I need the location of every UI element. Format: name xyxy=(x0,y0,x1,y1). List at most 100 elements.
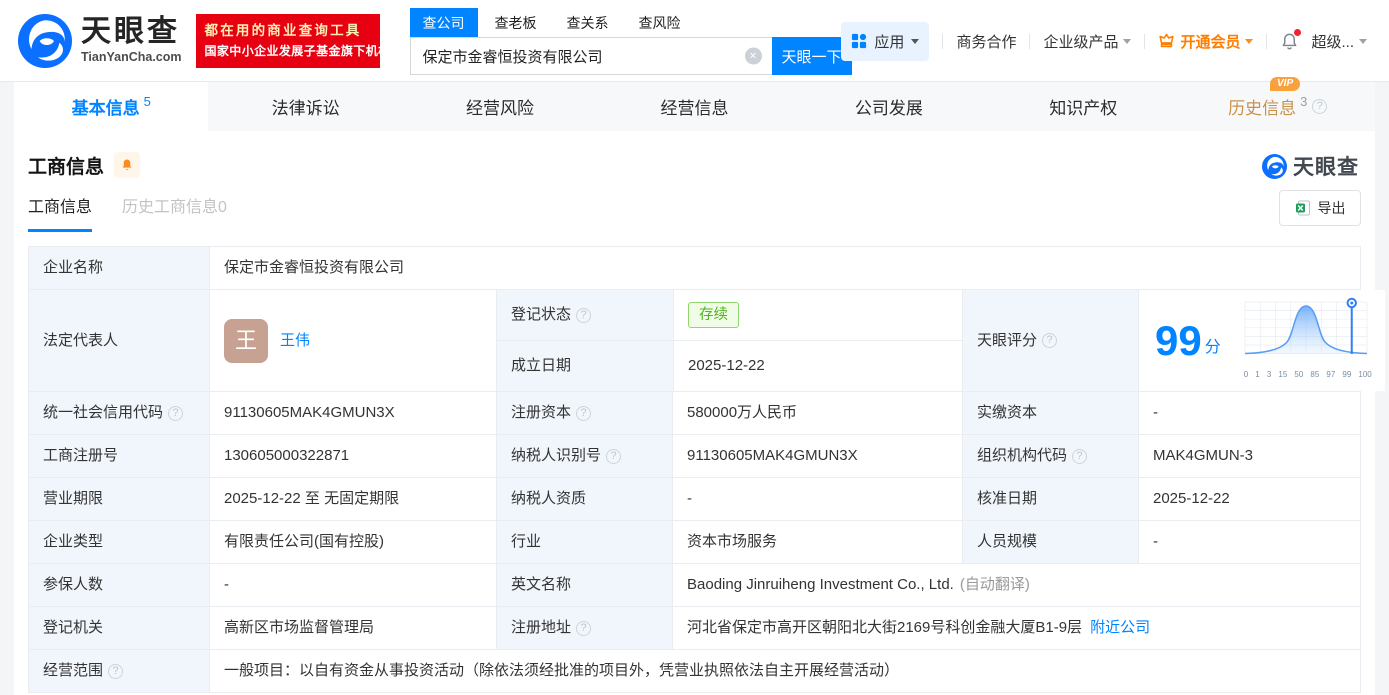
nav-super-vip[interactable]: 超级... xyxy=(1311,31,1367,52)
table-row: 登记机关 高新区市场监督管理局 注册地址 河北省保定市高开区朝阳北大街2169号… xyxy=(29,607,1360,650)
search-tab-risk[interactable]: 查风险 xyxy=(626,8,694,37)
export-label: 导出 xyxy=(1317,200,1346,216)
search-tab-relation[interactable]: 查关系 xyxy=(554,8,622,37)
reg-address-value: 河北省保定市高开区朝阳北大街2169号科创金融大厦B1-9层 xyxy=(687,619,1083,636)
apps-menu[interactable]: 应用 xyxy=(841,21,930,61)
tab-history-info[interactable]: 历史信息 VIP 3 xyxy=(1181,77,1375,131)
table-row: 参保人数 - 英文名称 Baoding Jinruiheng Investmen… xyxy=(29,564,1360,607)
score-cell: 99 分 0 1 3 15 50 85 97 99 100 xyxy=(1138,290,1385,391)
help-icon[interactable] xyxy=(576,405,592,421)
table-row: 统一社会信用代码 91130605MAK4GMUN3X 注册资本 580000万… xyxy=(29,392,1360,435)
subtab-business-info[interactable]: 工商信息 xyxy=(28,193,93,232)
paid-capital-value: - xyxy=(1138,392,1360,434)
field-label: 核准日期 xyxy=(962,478,1138,520)
business-term-value: 2025-12-22 至 无固定期限 xyxy=(209,478,496,520)
label-text: 组织机构代码 xyxy=(977,447,1068,464)
subtab-row: 工商信息 历史工商信息0 导出 xyxy=(28,190,1361,232)
excel-icon xyxy=(1295,200,1310,216)
subscribe-bell-button[interactable] xyxy=(114,152,141,178)
field-label: 企业名称 xyxy=(29,247,209,289)
tab-company-development[interactable]: 公司发展 xyxy=(792,82,986,131)
watermark-text: 天眼查 xyxy=(1293,156,1359,179)
score-unit: 分 xyxy=(1204,338,1221,356)
credit-code-value: 91130605MAK4GMUN3X xyxy=(209,392,496,434)
field-label: 行业 xyxy=(496,521,672,563)
org-code-value: MAK4GMUN-3 xyxy=(1138,435,1360,477)
reg-authority-value: 高新区市场监督管理局 xyxy=(209,607,496,649)
content-card: 基本信息 5 法律诉讼 经营风险 经营信息 公司发展 知识产权 历史信息 VIP… xyxy=(14,77,1385,695)
table-row: 经营范围 一般项目：以自有资金从事投资活动（除依法须经批准的项目外，凭营业执照依… xyxy=(29,650,1360,692)
tab-operating-risk[interactable]: 经营风险 xyxy=(403,82,597,131)
field-label: 实缴资本 xyxy=(962,392,1138,434)
vip-badge: VIP xyxy=(1270,77,1301,91)
nav-vip-label: 开通会员 xyxy=(1180,33,1241,51)
tab-operating-info[interactable]: 经营信息 xyxy=(597,82,791,131)
field-label: 天眼评分 xyxy=(962,290,1138,391)
taxpayer-quality-value: - xyxy=(672,478,962,520)
tab-basic-info[interactable]: 基本信息 5 xyxy=(14,82,209,131)
english-name-cell: Baoding Jinruiheng Investment Co., Ltd. … xyxy=(672,564,1360,606)
legal-rep-cell: 王 王伟 xyxy=(209,290,496,391)
subtab-history-business-info[interactable]: 历史工商信息0 xyxy=(122,193,227,232)
nearby-companies-link[interactable]: 附近公司 xyxy=(1090,618,1150,638)
help-icon[interactable] xyxy=(1312,99,1328,114)
nav-open-vip[interactable]: 开通会员 xyxy=(1158,31,1254,52)
english-name-value: Baoding Jinruiheng Investment Co., Ltd. xyxy=(687,576,954,593)
business-info-table: 企业名称 保定市金睿恒投资有限公司 法定代表人 王 王伟 登记状态 存续 xyxy=(28,246,1385,693)
nav-enterprise-products[interactable]: 企业级产品 xyxy=(1043,31,1132,52)
nav-biz-cooperation[interactable]: 商务合作 xyxy=(956,31,1016,52)
help-icon[interactable] xyxy=(1072,448,1088,464)
field-label: 法定代表人 xyxy=(29,290,209,391)
company-name-value: 保定市金睿恒投资有限公司 xyxy=(209,247,1360,289)
reg-capital-value: 580000万人民币 xyxy=(672,392,962,434)
score-distribution-chart: 0 1 3 15 50 85 97 99 100 xyxy=(1235,296,1375,385)
label-text: 登记状态 xyxy=(511,306,572,323)
help-icon[interactable] xyxy=(576,307,592,323)
tab-legal-litigation[interactable]: 法律诉讼 xyxy=(208,82,402,131)
tianyancha-logo[interactable]: 天眼查 TianYanCha.com xyxy=(18,13,182,68)
table-row: 营业期限 2025-12-22 至 无固定期限 纳税人资质 - 核准日期 202… xyxy=(29,478,1360,521)
field-label: 注册地址 xyxy=(496,607,672,649)
field-label: 参保人数 xyxy=(29,564,209,606)
watermark-logo-icon xyxy=(1262,153,1287,179)
field-label: 统一社会信用代码 xyxy=(29,392,209,434)
search-tab-company[interactable]: 查公司 xyxy=(409,8,478,37)
tianyancha-logo-icon xyxy=(18,13,72,68)
nav-enterprise-label: 企业级产品 xyxy=(1043,33,1119,51)
notification-bell[interactable] xyxy=(1280,28,1302,51)
help-icon[interactable] xyxy=(606,448,622,464)
tab-count: 5 xyxy=(143,94,151,109)
tab-intellectual-property[interactable]: 知识产权 xyxy=(986,82,1180,131)
export-button[interactable]: 导出 xyxy=(1279,190,1361,226)
field-label: 营业期限 xyxy=(29,478,209,520)
search-tab-boss[interactable]: 查老板 xyxy=(482,8,550,37)
field-label: 注册资本 xyxy=(496,392,672,434)
help-icon[interactable] xyxy=(108,663,124,679)
search-input[interactable] xyxy=(410,38,772,74)
tab-label: 经营风险 xyxy=(466,99,535,118)
clear-icon[interactable] xyxy=(744,47,762,65)
label-text: 天眼评分 xyxy=(977,331,1038,349)
tab-label: 公司发展 xyxy=(854,99,923,118)
field-label: 成立日期 xyxy=(497,341,673,391)
staff-size-value: - xyxy=(1138,521,1360,563)
score-curve xyxy=(1244,297,1368,355)
tab-label: 基本信息 xyxy=(71,99,140,118)
help-icon[interactable] xyxy=(1042,333,1058,348)
apps-grid-icon xyxy=(852,33,867,49)
help-icon[interactable] xyxy=(168,405,184,421)
company-tabs: 基本信息 5 法律诉讼 经营风险 经营信息 公司发展 知识产权 历史信息 VIP… xyxy=(14,77,1375,131)
label-text: 注册资本 xyxy=(511,404,572,421)
table-row: 企业名称 保定市金睿恒投资有限公司 xyxy=(29,247,1360,290)
legal-rep-link[interactable]: 王伟 xyxy=(280,331,310,351)
table-row: 企业类型 有限责任公司(国有控股) 行业 资本市场服务 人员规模 - xyxy=(29,521,1360,564)
avatar[interactable]: 王 xyxy=(224,318,268,363)
chevron-down-icon xyxy=(1245,39,1254,48)
tab-label: 历史信息 xyxy=(1228,99,1297,118)
search-button[interactable]: 天眼一下 xyxy=(771,37,852,75)
field-label: 英文名称 xyxy=(496,564,672,606)
help-icon[interactable] xyxy=(576,620,592,636)
mid-grid: 登记状态 存续 成立日期 2025-12-22 xyxy=(496,290,963,391)
reg-number-value: 130605000322871 xyxy=(209,435,496,477)
status-badge: 存续 xyxy=(688,302,739,328)
